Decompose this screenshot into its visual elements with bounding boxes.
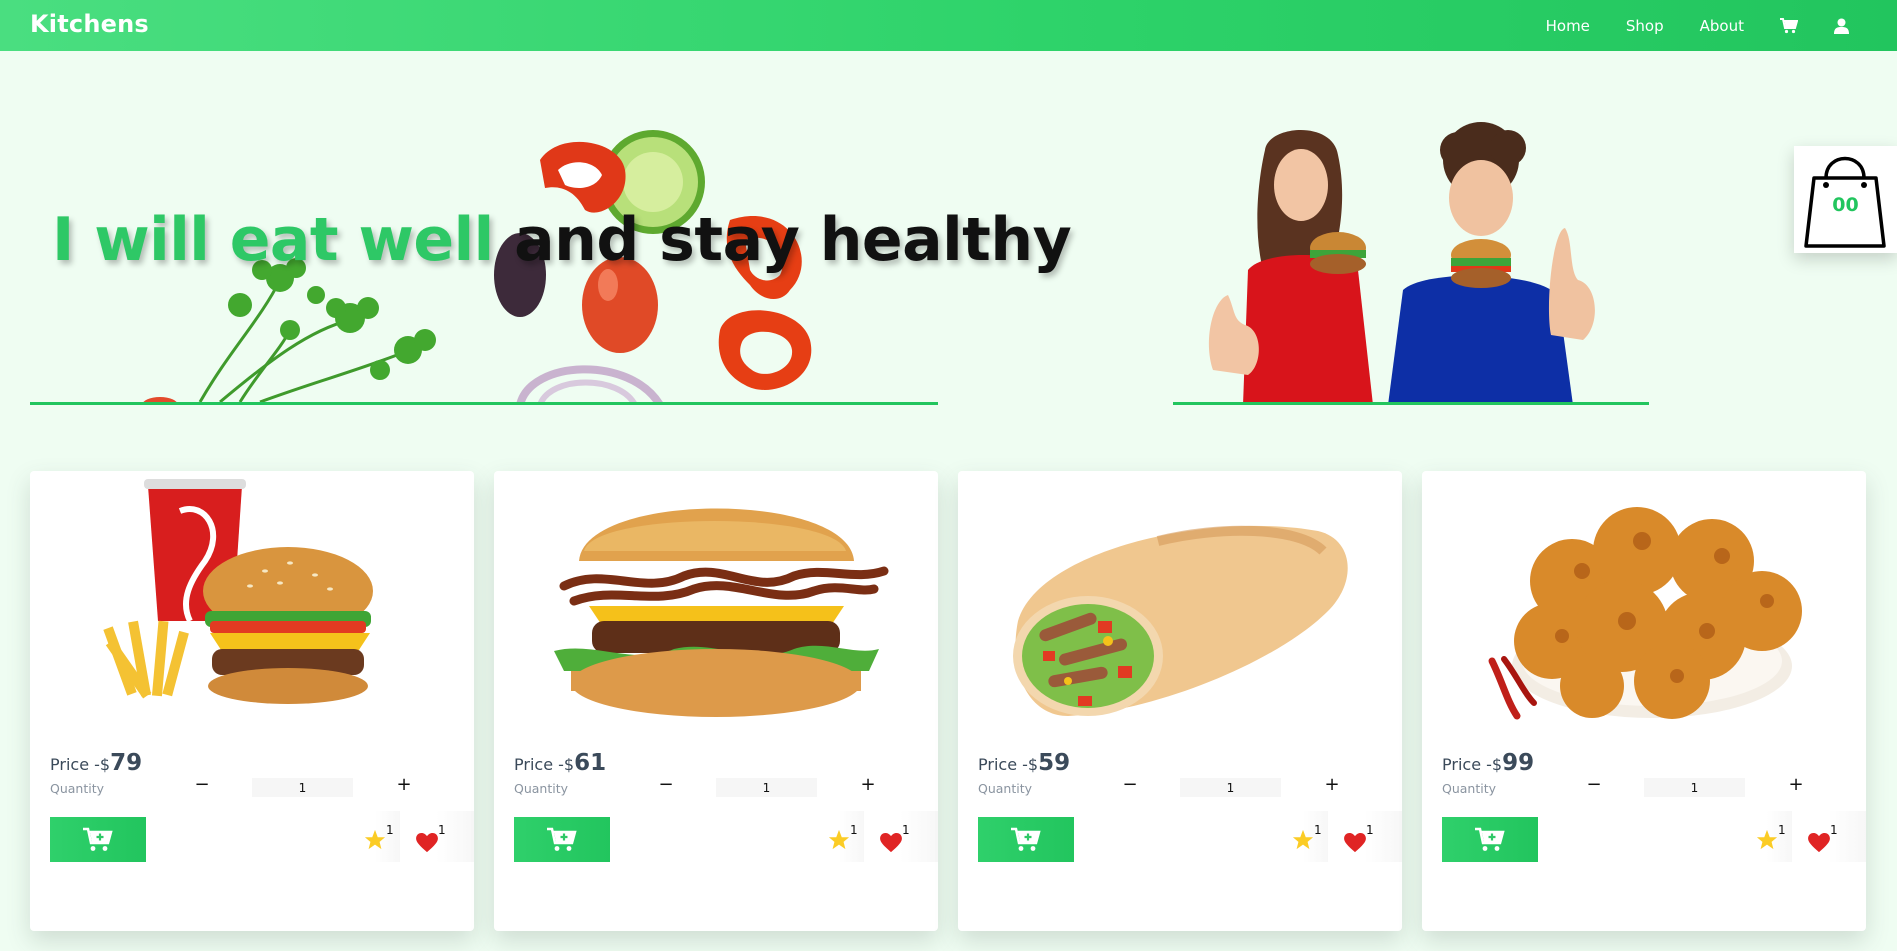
- like-count: 1: [1830, 823, 1838, 837]
- product-image-fried-chicken: [1488, 507, 1802, 720]
- quantity-decrease-button[interactable]: −: [654, 773, 678, 797]
- rating-button[interactable]: 1: [1292, 811, 1328, 862]
- star-icon: [828, 829, 850, 850]
- product-price: Price -$79: [50, 750, 142, 776]
- price-prefix: Price -$: [978, 755, 1039, 774]
- product-price: Price -$99: [1442, 750, 1534, 776]
- star-icon: [1756, 829, 1778, 850]
- price-amount: 79: [110, 750, 143, 776]
- quantity-decrease-button[interactable]: −: [190, 773, 214, 797]
- product-price: Price -$59: [978, 750, 1070, 776]
- quantity-label: Quantity: [1442, 781, 1497, 796]
- like-button[interactable]: 1: [416, 811, 474, 862]
- price-prefix: Price -$: [514, 755, 575, 774]
- price-amount: 59: [1038, 750, 1071, 776]
- brand-logo[interactable]: Kitchens: [30, 10, 149, 38]
- kids-illustration: [1208, 122, 1595, 402]
- quantity-decrease-button[interactable]: −: [1582, 773, 1606, 797]
- price-prefix: Price -$: [1442, 755, 1503, 774]
- quantity-input[interactable]: [1644, 778, 1745, 797]
- product-card: Price -$61 Quantity − + 1 1: [494, 471, 938, 931]
- nav-home[interactable]: Home: [1546, 17, 1590, 35]
- star-icon: [1292, 829, 1314, 850]
- star-icon: [364, 829, 386, 850]
- quantity-decrease-button[interactable]: −: [1118, 773, 1142, 797]
- quantity-increase-button[interactable]: +: [392, 773, 416, 797]
- like-button[interactable]: 1: [1808, 811, 1866, 862]
- quantity-input[interactable]: [716, 778, 817, 797]
- heart-icon: [1808, 833, 1830, 853]
- rating-count: 1: [1314, 823, 1322, 837]
- product-card: Price -$59 Quantity − + 1 1: [958, 471, 1402, 931]
- quantity-label: Quantity: [514, 781, 569, 796]
- user-icon[interactable]: [1834, 18, 1849, 34]
- like-button[interactable]: 1: [880, 811, 938, 862]
- heart-icon: [1344, 833, 1366, 853]
- headline-highlight: I will eat well: [52, 205, 494, 275]
- quantity-increase-button[interactable]: +: [1784, 773, 1808, 797]
- nav-shop[interactable]: Shop: [1626, 17, 1664, 35]
- main-nav: Home Shop About: [1510, 0, 1849, 51]
- rating-button[interactable]: 1: [828, 811, 864, 862]
- hero-kids-image: [1173, 120, 1649, 405]
- top-navbar: Kitchens Home Shop About: [0, 0, 1897, 51]
- cart-icon[interactable]: [1780, 17, 1798, 34]
- price-amount: 99: [1502, 750, 1535, 776]
- rating-button[interactable]: 1: [1756, 811, 1792, 862]
- rating-count: 1: [1778, 823, 1786, 837]
- add-to-cart-button[interactable]: [1442, 817, 1538, 862]
- product-price: Price -$61: [514, 750, 606, 776]
- rating-count: 1: [850, 823, 858, 837]
- like-count: 1: [1366, 823, 1374, 837]
- add-to-cart-button[interactable]: [514, 817, 610, 862]
- cart-plus-icon: [1475, 827, 1505, 851]
- rating-count: 1: [386, 823, 394, 837]
- quantity-increase-button[interactable]: +: [856, 773, 880, 797]
- price-prefix: Price -$: [50, 755, 111, 774]
- shopping-bag-widget[interactable]: 00: [1794, 146, 1897, 253]
- product-card: Price -$99 Quantity − + 1 1: [1422, 471, 1866, 931]
- cart-plus-icon: [1011, 827, 1041, 851]
- quantity-input[interactable]: [252, 778, 353, 797]
- rating-button[interactable]: 1: [364, 811, 400, 862]
- hero-headline: I will eat well and stay healthy: [52, 205, 1072, 275]
- like-count: 1: [438, 823, 446, 837]
- quantity-label: Quantity: [978, 781, 1033, 796]
- quantity-input[interactable]: [1180, 778, 1281, 797]
- heart-icon: [880, 833, 902, 853]
- cart-plus-icon: [83, 827, 113, 851]
- price-amount: 61: [574, 750, 607, 776]
- quantity-increase-button[interactable]: +: [1320, 773, 1344, 797]
- add-to-cart-button[interactable]: [978, 817, 1074, 862]
- product-image-shawarma-wrap: [1013, 525, 1348, 716]
- bag-count: 00: [1832, 194, 1859, 216]
- add-to-cart-button[interactable]: [50, 817, 146, 862]
- nav-about[interactable]: About: [1700, 17, 1744, 35]
- cart-plus-icon: [547, 827, 577, 851]
- heart-icon: [416, 833, 438, 853]
- like-button[interactable]: 1: [1344, 811, 1402, 862]
- product-image-bacon-cheeseburger: [554, 508, 889, 717]
- quantity-label: Quantity: [50, 781, 105, 796]
- headline-rest: and stay healthy: [514, 205, 1072, 275]
- product-card: Price -$79 Quantity − + 1 1: [30, 471, 474, 931]
- product-image-burger-combo: [103, 479, 373, 704]
- like-count: 1: [902, 823, 910, 837]
